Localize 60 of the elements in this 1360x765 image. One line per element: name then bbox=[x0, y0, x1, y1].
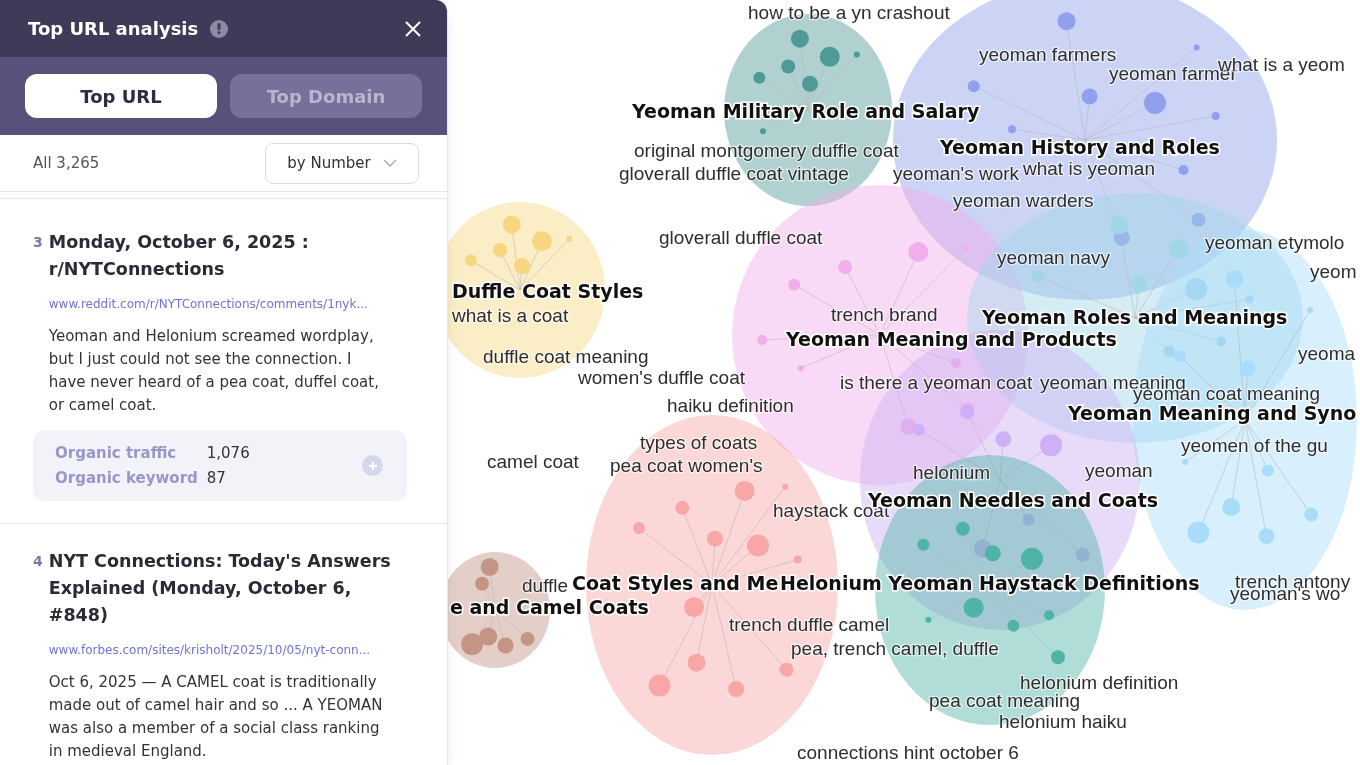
cluster-label: e and Camel Coats bbox=[450, 596, 649, 618]
cluster-label: Helonium Yeoman Haystack Definitions bbox=[780, 572, 1200, 594]
keyword-label: duffle bbox=[522, 575, 569, 596]
keyword-label: what is yeoman bbox=[1023, 158, 1155, 179]
chevron-down-icon bbox=[382, 159, 397, 167]
cluster-label: Yeoman Meaning and Products bbox=[786, 328, 1117, 350]
result-snippet: Yeoman and Helonium screamed wordplay, but I just could not see the connection. I have never heard of a pea coat, duffel coat, or camel coat. bbox=[48, 326, 380, 416]
keyword-label: yeomen of the gu bbox=[1181, 435, 1328, 456]
keyword-label: duffle coat meaning bbox=[483, 346, 649, 367]
keyword-label: connections hint october 6 bbox=[797, 742, 1019, 763]
rank-number: 3 bbox=[33, 233, 43, 252]
metric-label: Organic keyword bbox=[55, 467, 198, 489]
plus-icon bbox=[367, 460, 378, 471]
result-url[interactable]: www.forbes.com/sites/krisholt/2025/10/05/nyt-conn... bbox=[48, 641, 407, 659]
keyword-label: pea coat women's bbox=[610, 455, 763, 476]
cluster-label: Yeoman Military Role and Salary bbox=[632, 100, 980, 122]
keyword-label: yeoman's work bbox=[893, 163, 1020, 184]
metric-value: 1,076 bbox=[206, 443, 250, 464]
cluster-label: Yeoman Roles and Meanings bbox=[982, 306, 1288, 328]
keyword-label: women's duffle coat bbox=[578, 367, 745, 388]
keyword-label: yeoman navy bbox=[997, 247, 1110, 268]
keyword-label: original montgomery duffle coat bbox=[634, 140, 899, 161]
keyword-label: gloverall duffle coat vintage bbox=[619, 163, 849, 184]
keyword-label: yeom bbox=[1310, 261, 1357, 282]
keyword-label: gloverall duffle coat bbox=[659, 227, 823, 248]
close-button[interactable] bbox=[403, 18, 423, 39]
keyword-label: helonium haiku bbox=[999, 711, 1127, 732]
keyword-label: camel coat bbox=[487, 451, 579, 472]
keyword-label: how to be a yn crashout bbox=[748, 2, 950, 23]
keyword-label: is there a yeoman coat bbox=[840, 372, 1033, 393]
keyword-label: pea, trench camel, duffle bbox=[791, 638, 999, 659]
result-title[interactable]: Monday, October 6, 2025 : r/NYTConnections bbox=[48, 229, 407, 283]
cluster-label: Coat Styles and Me bbox=[572, 572, 779, 594]
panel-title: Top URL analysis bbox=[28, 17, 199, 41]
keyword-label: what is a coat bbox=[452, 305, 569, 326]
close-icon bbox=[404, 19, 422, 38]
keyword-label: haiku definition bbox=[667, 395, 794, 416]
keyword-label: helonium bbox=[913, 462, 991, 483]
result-url[interactable]: www.reddit.com/r/NYTConnections/comments/1nyk... bbox=[48, 295, 407, 313]
keyword-label: helonium definition bbox=[1020, 672, 1179, 693]
keyword-label: yeoman etymolo bbox=[1205, 232, 1345, 253]
keyword-label: types of coats bbox=[640, 432, 758, 453]
result-count: All 3,265 bbox=[33, 152, 100, 174]
keyword-label: trench duffle camel bbox=[729, 614, 890, 635]
keyword-label: trench brand bbox=[831, 304, 938, 325]
rank-number: 4 bbox=[33, 552, 43, 571]
cluster-label: Duffle Coat Styles bbox=[452, 280, 644, 302]
keyword-label: yeoman farmers bbox=[979, 44, 1117, 65]
keyword-label: yeoman warders bbox=[953, 190, 1094, 211]
keyword-label: pea coat meaning bbox=[929, 690, 1081, 711]
metric-value: 87 bbox=[206, 467, 227, 489]
sort-dropdown[interactable]: by Number bbox=[265, 142, 419, 184]
cluster-label: Yeoman History and Roles bbox=[940, 136, 1220, 158]
result-snippet: Oct 6, 2025 — A CAMEL coat is traditionally made out of camel hair and so ... A YEOMAN was also a member of a social class ranking in medieval England. bbox=[48, 672, 384, 762]
keyword-label: yeoman bbox=[1085, 460, 1153, 481]
info-icon bbox=[210, 19, 229, 38]
metric-label: Organic traffic bbox=[55, 443, 178, 464]
result-title[interactable]: NYT Connections: Today's Answers Explained (Monday, October 6, #848) bbox=[48, 548, 407, 629]
keyword-label: yeoma bbox=[1298, 343, 1356, 364]
tab[interactable]: Top URL bbox=[25, 74, 217, 118]
